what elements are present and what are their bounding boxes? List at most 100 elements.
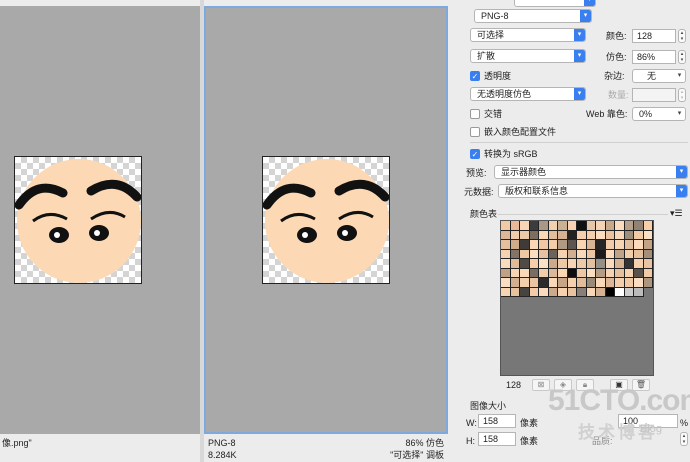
color-swatch[interactable]	[643, 259, 653, 269]
color-swatch[interactable]	[643, 249, 653, 259]
color-swatch[interactable]	[605, 268, 615, 278]
color-swatch[interactable]	[539, 259, 549, 269]
color-swatch[interactable]	[643, 221, 653, 231]
color-swatch[interactable]	[520, 249, 530, 259]
colors-field[interactable]: 128	[632, 29, 676, 43]
color-swatch[interactable]	[634, 230, 644, 240]
color-swatch[interactable]	[548, 259, 558, 269]
color-swatch[interactable]	[586, 240, 596, 250]
color-swatch[interactable]	[567, 221, 577, 231]
color-swatch[interactable]	[615, 287, 625, 297]
color-swatch[interactable]	[624, 221, 634, 231]
color-swatch[interactable]	[586, 249, 596, 259]
height-field[interactable]: 158	[478, 432, 516, 446]
color-swatch[interactable]	[596, 287, 606, 297]
color-swatch[interactable]	[577, 268, 587, 278]
color-swatch[interactable]	[577, 230, 587, 240]
color-swatch[interactable]	[605, 259, 615, 269]
width-field[interactable]: 158	[478, 414, 516, 428]
color-swatch[interactable]	[539, 240, 549, 250]
color-swatch[interactable]	[548, 249, 558, 259]
color-swatch[interactable]	[567, 230, 577, 240]
color-swatch[interactable]	[605, 278, 615, 288]
color-swatch[interactable]	[577, 278, 587, 288]
color-swatch[interactable]	[520, 268, 530, 278]
color-swatch[interactable]	[634, 268, 644, 278]
color-table-menu-icon[interactable]: ▾☰	[670, 207, 683, 219]
color-swatch[interactable]	[510, 278, 520, 288]
color-swatch[interactable]	[558, 287, 568, 297]
color-swatch[interactable]	[615, 249, 625, 259]
color-swatch[interactable]	[548, 230, 558, 240]
embed-profile-checkbox[interactable]	[470, 127, 480, 137]
color-swatch[interactable]	[548, 278, 558, 288]
color-swatch[interactable]	[539, 249, 549, 259]
color-swatch[interactable]	[520, 240, 530, 250]
color-swatch[interactable]	[529, 268, 539, 278]
metadata-dropdown[interactable]: 版权和联系信息 ▾	[498, 184, 688, 198]
color-swatch[interactable]	[634, 249, 644, 259]
color-swatch[interactable]	[501, 278, 511, 288]
color-swatch[interactable]	[539, 268, 549, 278]
color-swatch[interactable]	[634, 259, 644, 269]
color-swatch[interactable]	[501, 240, 511, 250]
color-swatch[interactable]	[643, 230, 653, 240]
color-swatch[interactable]	[624, 268, 634, 278]
color-swatch[interactable]	[643, 240, 653, 250]
color-swatch[interactable]	[605, 249, 615, 259]
color-swatch[interactable]	[624, 249, 634, 259]
color-swatch[interactable]	[577, 287, 587, 297]
color-swatch[interactable]	[615, 221, 625, 231]
color-swatch[interactable]	[501, 287, 511, 297]
color-swatch[interactable]	[558, 259, 568, 269]
color-swatch[interactable]	[520, 230, 530, 240]
convert-srgb-checkbox[interactable]: ✓	[470, 149, 480, 159]
color-swatch[interactable]	[558, 221, 568, 231]
color-swatch[interactable]	[586, 287, 596, 297]
color-swatch[interactable]	[558, 230, 568, 240]
color-swatch[interactable]	[510, 249, 520, 259]
quality-stepper[interactable]: ▴ ▾	[680, 432, 688, 446]
color-swatch[interactable]	[510, 287, 520, 297]
color-swatch[interactable]	[624, 230, 634, 240]
preset-dropdown[interactable]: ▾	[514, 0, 596, 7]
color-swatch[interactable]	[586, 278, 596, 288]
dither-stepper[interactable]: ▴ ▾	[678, 50, 686, 64]
color-swatch[interactable]	[529, 230, 539, 240]
color-swatch[interactable]	[605, 221, 615, 231]
color-swatch[interactable]	[577, 249, 587, 259]
color-swatch[interactable]	[501, 268, 511, 278]
color-swatch[interactable]	[548, 268, 558, 278]
color-swatch[interactable]	[520, 221, 530, 231]
color-swatch[interactable]	[586, 230, 596, 240]
color-swatch[interactable]	[605, 240, 615, 250]
color-swatch[interactable]	[548, 221, 558, 231]
preview-dropdown[interactable]: 显示器颜色 ▾	[494, 165, 688, 179]
color-swatch[interactable]	[577, 221, 587, 231]
color-swatch[interactable]	[501, 259, 511, 269]
color-swatch[interactable]	[510, 268, 520, 278]
color-swatch[interactable]	[605, 287, 615, 297]
color-swatch[interactable]	[501, 249, 511, 259]
color-swatch[interactable]	[529, 287, 539, 297]
original-preview-pane[interactable]	[0, 6, 200, 434]
color-swatch[interactable]	[558, 268, 568, 278]
colors-stepper[interactable]: ▴ ▾	[678, 29, 686, 43]
color-swatch[interactable]	[634, 240, 644, 250]
color-swatch[interactable]	[567, 268, 577, 278]
matte-dropdown[interactable]: 无 ▾	[632, 69, 686, 83]
color-swatch[interactable]	[596, 230, 606, 240]
color-swatch[interactable]	[643, 278, 653, 288]
optimized-preview-pane[interactable]	[204, 6, 448, 434]
color-swatch[interactable]	[567, 249, 577, 259]
color-swatch[interactable]	[558, 240, 568, 250]
color-swatch[interactable]	[634, 287, 644, 297]
color-swatch[interactable]	[539, 230, 549, 240]
color-swatch[interactable]	[577, 240, 587, 250]
color-swatch[interactable]	[548, 287, 558, 297]
color-swatch[interactable]	[634, 221, 644, 231]
color-swatch[interactable]	[539, 221, 549, 231]
color-swatch[interactable]	[577, 259, 587, 269]
color-swatch[interactable]	[624, 259, 634, 269]
color-swatch[interactable]	[615, 259, 625, 269]
